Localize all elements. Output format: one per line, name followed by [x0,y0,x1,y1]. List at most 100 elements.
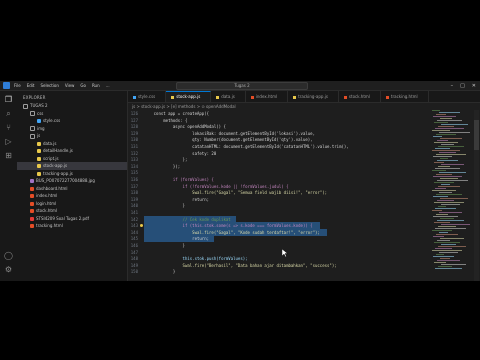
minimap-line [439,132,470,133]
file-type-icon [343,95,347,99]
file-tree-item[interactable]: css [17,110,127,118]
minimap-line [440,198,468,199]
minimap-line [433,116,456,117]
minimap-line [435,208,456,209]
file-tree-label: js [37,133,41,138]
lightbulb-icon[interactable] [140,224,143,228]
file-tree-item[interactable]: stock-app.js [17,162,127,170]
editor-tab[interactable]: stock-app.js [166,91,212,102]
minimize-icon[interactable]: – [451,83,454,89]
file-tree-item[interactable]: js [17,132,127,140]
minimap-line [435,148,450,149]
file-tree-item[interactable]: tracking.html [17,222,127,230]
file-tree-label: data.js [43,140,57,146]
file-tree-label: dashboard.html [36,185,68,191]
source-control-icon[interactable]: ⑂ [4,123,13,132]
file-tree-item[interactable]: script.js [17,155,127,163]
minimap-line [433,196,448,197]
title-bar: File Edit Selection View Go Run … Tugas 2 – □ … [0,81,480,91]
minimap-line [440,138,462,139]
window-controls: – □ ✕ [451,81,476,90]
command-center-search[interactable]: Tugas 2 [176,82,308,90]
editor-tab[interactable]: stock.html [339,91,381,102]
minimap-line [436,114,446,115]
minimap-line [433,136,442,137]
minimap-line [434,182,454,183]
minimap-line [434,262,446,263]
html-file-icon [30,194,34,198]
editor-scrollbar[interactable] [474,110,479,281]
menu-item[interactable]: Run [92,81,100,90]
file-tree-item[interactable]: style.css [17,117,127,125]
tab-label: tracking-app.js [298,94,328,99]
file-tree-item[interactable]: BUS_PO07072277004888.jpg [17,177,127,185]
pdf-file-icon [30,216,34,221]
html-file-icon [30,224,34,228]
editor-tab[interactable]: style.css [128,91,167,102]
scrollbar-thumb[interactable] [474,120,479,150]
file-tree-label: stock.html [36,208,57,213]
minimap-line [437,200,454,201]
minimap-line [437,220,464,221]
minimap-line [433,236,444,237]
account-icon[interactable]: ◯ [4,251,13,260]
minimap-line [437,120,462,121]
js-file-icon [37,164,41,168]
file-tree-label: STSI4209 Soal Tugas 2.pdf [36,215,89,221]
file-tree-item[interactable]: tracking-app.js [17,170,127,178]
menu-item[interactable]: Edit [27,81,35,90]
menu-item[interactable]: … [106,81,110,90]
tab-label: index.html [255,94,278,99]
menu-item[interactable]: File [14,81,21,90]
minimap-line [437,260,460,261]
file-tree-label: detailHandle.js [43,148,73,153]
folder-icon [30,111,35,116]
minimap-line [438,206,446,207]
file-type-icon [250,95,254,99]
menu-item[interactable]: View [65,81,75,90]
file-tree-label: index.html [36,193,58,198]
editor-tab[interactable]: tracking.html [381,91,429,102]
tab-label: stock-app.js [176,94,201,99]
file-tree-item[interactable]: login.html [17,200,127,208]
editor-tab[interactable]: index.html [246,91,289,102]
minimap-line [441,224,470,225]
file-tree-item[interactable]: index.html [17,192,127,200]
file-tree-item[interactable]: STSI4209 Soal Tugas 2.pdf [17,215,127,223]
settings-gear-icon[interactable]: ⚙ [4,265,13,274]
menu-item[interactable]: Go [80,81,86,90]
code-editor[interactable]: 126 const app = createApp({127 methods: … [128,110,428,281]
minimap[interactable] [432,110,474,281]
minimap-line [441,184,450,185]
js-file-icon [37,156,41,161]
run-debug-icon[interactable]: ▷ [4,137,13,146]
file-tree-item[interactable]: dashboard.html [17,185,127,193]
folder-icon [30,133,35,139]
file-tree-item[interactable]: stock.html [17,207,127,215]
minimap-line [439,152,456,153]
editor-tabs: style.css stock-app.js data.js index.html tr… [128,91,480,103]
close-icon[interactable]: ✕ [472,83,476,89]
file-type-icon [133,95,136,99]
file-tree-item[interactable]: img [17,125,127,133]
minimap-line [432,170,446,171]
editor-tab[interactable]: data.js [211,91,246,102]
minimap-line [433,256,454,257]
explorer-icon[interactable]: ❐ [4,95,13,104]
minimap-line [434,122,448,123]
minimap-line [436,214,448,215]
file-tree-label: tracking-app.js [43,170,73,176]
menu-item[interactable]: Selection [40,81,58,90]
file-tree-item[interactable]: data.js [17,140,127,148]
search-icon[interactable]: ⌕ [4,109,13,118]
minimap-line [437,160,458,161]
editor-tab[interactable]: tracking-app.js [288,91,339,102]
file-type-icon [171,95,175,99]
js-file-icon [37,149,41,153]
file-tree-item[interactable]: TUGAS 2 [17,102,127,110]
minimap-line [436,234,458,235]
maximize-icon[interactable]: □ [460,83,465,89]
file-tree-item[interactable]: detailHandle.js [17,147,127,155]
file-tree-label: css [37,110,44,116]
extensions-icon[interactable]: ⊞ [4,151,13,160]
